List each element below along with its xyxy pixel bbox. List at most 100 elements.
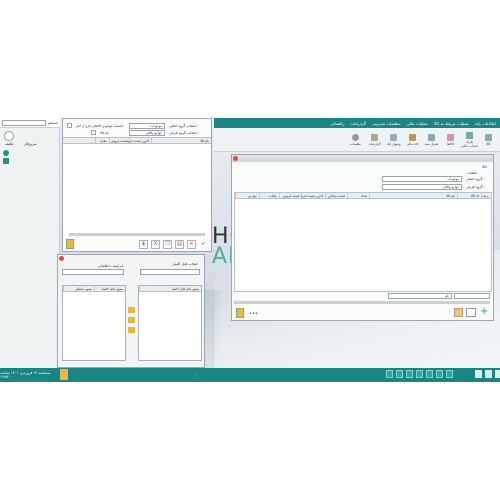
window-controls (475, 370, 500, 378)
exit-app-icon[interactable] (495, 370, 500, 378)
left-item-start[interactable]: شروع‌کار (24, 142, 37, 146)
main-menu-bar: اطلاعات پایه عملیات مرتبط به کالا عملیات… (214, 118, 500, 128)
report-col-name[interactable]: نام کالا (151, 138, 211, 143)
goods-grid-header: ردیف کد کالا نام کالا تعداد قیمت میانگین… (235, 193, 491, 199)
goods-tab[interactable]: کالا (482, 165, 487, 169)
task-window-6[interactable] (436, 370, 443, 378)
goods-window: کالا طبقات گروه اصلی : موجودات گروه فرعی… (231, 154, 494, 321)
menu-help[interactable]: راهنمائی (330, 121, 344, 126)
ribbon-receive-button[interactable]: اخذ مالی (404, 133, 421, 146)
ribbon-bank-account-button[interactable]: طرف حساب بانکی (461, 131, 478, 148)
left-search-input[interactable] (2, 120, 46, 126)
goods-category-label: طبقات (467, 171, 477, 175)
ribbon-cheque-button[interactable]: وصول چک (385, 133, 402, 146)
report-group-sub-label: انتخاب گروه فرعی : (169, 131, 199, 135)
goods-col-sale-price[interactable]: قیمت فروش (279, 193, 301, 198)
status-date: سه‌شنبه ۱۲ فروردین ۱۴۰۱ ساعت ۱۹:۵۴ (0, 368, 60, 382)
report-scrollbar[interactable] (69, 233, 205, 236)
report-icon (371, 133, 378, 141)
task-window-3[interactable] (406, 370, 413, 378)
menu-goods-ops[interactable]: عملیات مرتبط به کالا (434, 121, 469, 126)
minimize-icon[interactable] (475, 370, 482, 378)
menu-reports[interactable]: گزارشات (350, 121, 366, 126)
goods-group-main-label: گروه اصلی : (466, 177, 485, 181)
status-exit-icon[interactable] (60, 369, 68, 380)
report-window: انتخاب گروه اصلی : موجودات انتخاب گروه ف… (62, 118, 212, 252)
move-right-icon[interactable] (128, 307, 135, 313)
menu-admin-settings[interactable]: تنظیمات مدیریتی (372, 121, 401, 126)
goods-grid: ردیف کد کالا نام کالا تعداد قیمت میانگین… (234, 192, 492, 292)
user-icon[interactable] (3, 158, 9, 164)
move-all-icon[interactable] (128, 327, 135, 333)
chart-icon[interactable]: ▮ (139, 239, 148, 249)
delete-icon[interactable]: ✕ (187, 239, 196, 249)
excel-col-mapped: ستون متناظر (63, 286, 94, 291)
ribbon-reports-button[interactable]: گزارشات (366, 133, 383, 146)
close-icon[interactable] (59, 256, 64, 261)
task-window-2[interactable] (396, 370, 403, 378)
confirm-icon[interactable]: ✔ (199, 240, 208, 249)
report-check2-row: نام کالا (91, 130, 109, 135)
add-icon[interactable]: + (480, 306, 488, 317)
box-icon (485, 133, 492, 141)
maximize-icon[interactable] (485, 370, 492, 378)
left-item-task[interactable]: تکلیف (5, 142, 13, 146)
task-window-1[interactable] (386, 370, 393, 378)
more-options-icon[interactable]: ••• (249, 311, 258, 317)
goods-exit-icon[interactable] (236, 308, 244, 318)
copy-icon[interactable]: ❐ (163, 239, 172, 249)
excel-import-window: انتخاب فایل اکسل نام لیست اطلاعاتی ستون … (57, 254, 205, 368)
report-col-quantity[interactable]: مقدار (95, 138, 109, 143)
menu-financial[interactable]: عملیات مالی (407, 121, 428, 126)
ribbon-settings-button[interactable]: تنظیمات (347, 133, 364, 146)
ribbon-goods-button[interactable]: کالا (480, 133, 497, 146)
status-confirm-icon[interactable]: ✔ (193, 369, 200, 378)
excel-icon[interactable]: X (151, 239, 160, 249)
goods-col-last-price[interactable]: آخرین قیمت خرید (301, 193, 325, 198)
excel-left-list: ستون های فایل اکسل (138, 285, 202, 361)
goods-group-sub-select[interactable]: جوامع وکالتی (382, 184, 462, 190)
goods-col-duty[interactable]: عوارض (235, 193, 259, 198)
goods-col-name[interactable]: نام کالا (369, 193, 457, 198)
report-checkbox-outside-label: احتساب موجودی کالاهای خارج از انبار (76, 123, 124, 128)
menu-basic-info[interactable]: اطلاعات پایه (475, 121, 496, 126)
home-icon[interactable] (3, 150, 9, 156)
ribbon-goods-list-button[interactable]: کالاها (442, 133, 459, 146)
goods-group-main-row: گروه اصلی : موجودات (382, 176, 485, 182)
excel-right-header: ستون فایل اکسل ستون متناظر (63, 286, 125, 292)
report-checkbox-outside[interactable] (67, 123, 72, 128)
task-circle-icon[interactable] (4, 131, 14, 141)
report-checkbox-name[interactable] (91, 130, 96, 135)
task-window-5[interactable] (426, 370, 433, 378)
report-group-main-select[interactable]: موجودات (129, 123, 165, 129)
report-col-last-price[interactable]: آخرین قیمت خرید (127, 138, 151, 143)
goods-filter-input[interactable] (454, 293, 490, 299)
columns-icon[interactable] (466, 308, 476, 317)
table-view-icon[interactable] (454, 308, 463, 317)
list-icon (447, 133, 454, 141)
excel-file-input[interactable] (140, 269, 200, 275)
money-icon (409, 133, 416, 141)
ribbon-adjust-button[interactable]: تعدیل سند (423, 133, 440, 146)
taskbar-windows (386, 370, 453, 378)
report-check1-row: احتساب موجودی کالاهای خارج از انبار (67, 123, 123, 128)
print-icon[interactable]: ▤ (175, 239, 184, 249)
goods-close-icon[interactable] (233, 156, 238, 161)
report-group-sub-select[interactable]: جوامع وکالتی (129, 130, 165, 136)
goods-col-row[interactable]: ردیف (481, 193, 491, 198)
goods-col-tax[interactable]: مالیات (259, 193, 279, 198)
task-window-7[interactable] (446, 370, 453, 378)
move-left-icon[interactable] (128, 317, 135, 323)
exit-door-icon[interactable] (66, 239, 74, 249)
goods-search-input[interactable]: نام (388, 293, 452, 299)
report-group-main-row: انتخاب گروه اصلی : موجودات (129, 123, 198, 129)
goods-group-main-select[interactable]: موجودات (382, 176, 462, 182)
goods-col-avg-price[interactable]: قیمت میانگین (325, 193, 347, 198)
excel-col-file: ستون های فایل اکسل (139, 286, 201, 291)
task-window-4[interactable] (416, 370, 423, 378)
goods-col-code[interactable]: کد کالا (457, 193, 481, 198)
goods-col-count[interactable]: تعداد (347, 193, 369, 198)
goods-scrollbar[interactable] (234, 301, 490, 304)
cheque-icon (390, 133, 397, 141)
excel-list-select[interactable] (62, 269, 124, 275)
